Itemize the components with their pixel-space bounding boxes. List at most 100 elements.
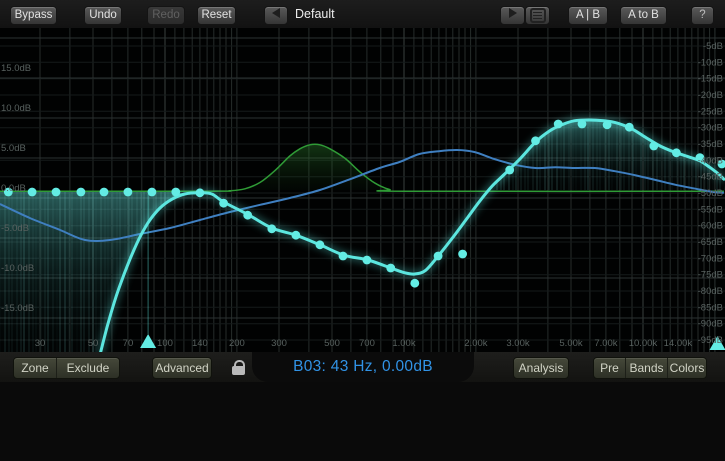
redo-button[interactable]: Redo (147, 6, 185, 25)
zone-button[interactable]: Zone (14, 358, 57, 378)
svg-text:-20dB: -20dB (698, 90, 723, 101)
spline-node[interactable] (672, 148, 681, 157)
svg-text:-30dB: -30dB (698, 123, 723, 134)
spline-node[interactable] (243, 211, 252, 220)
svg-text:-5dB: -5dB (703, 41, 723, 52)
svg-text:-60dB: -60dB (698, 221, 723, 232)
analysis-button[interactable]: Analysis (513, 357, 569, 379)
spline-node[interactable] (171, 188, 180, 197)
spline-node[interactable] (100, 188, 109, 197)
help-button[interactable]: ? (691, 6, 714, 25)
view-options-group: Pre Bands Colors (593, 357, 707, 379)
svg-text:-85dB: -85dB (698, 302, 723, 313)
svg-text:-35dB: -35dB (698, 139, 723, 150)
svg-text:7.00k: 7.00k (594, 338, 617, 349)
svg-text:10.00k: 10.00k (629, 338, 658, 349)
undo-button[interactable]: Undo (84, 6, 122, 25)
preset-list-icon (530, 8, 546, 23)
svg-text:0.0dB: 0.0dB (1, 183, 26, 194)
svg-text:-5.0dB: -5.0dB (1, 223, 29, 234)
svg-text:-90dB: -90dB (698, 319, 723, 330)
exclude-button[interactable]: Exclude (57, 358, 119, 378)
svg-text:200: 200 (229, 338, 245, 349)
svg-text:-95dB: -95dB (698, 335, 723, 346)
spline-node[interactable] (196, 188, 205, 197)
arrow-left-icon (272, 8, 280, 18)
svg-text:500: 500 (324, 338, 340, 349)
svg-text:5.0dB: 5.0dB (1, 143, 26, 154)
spline-node[interactable] (603, 120, 612, 129)
spline-node[interactable] (77, 188, 86, 197)
preset-menu-button[interactable] (525, 6, 550, 25)
svg-text:10.0dB: 10.0dB (1, 103, 31, 114)
seq-s-plugin-window: Bypass Undo Redo Reset Default A | B A t… (0, 0, 725, 461)
spline-node[interactable] (578, 120, 587, 129)
toolbar: Bypass Undo Redo Reset Default A | B A t… (0, 0, 725, 29)
svg-text:3.00k: 3.00k (506, 338, 529, 349)
svg-text:-15.0dB: -15.0dB (1, 303, 34, 314)
colors-button[interactable]: Colors (668, 358, 706, 378)
a-to-b-button[interactable]: A to B (620, 6, 667, 25)
spline-node[interactable] (505, 166, 514, 175)
svg-text:-70dB: -70dB (698, 253, 723, 264)
svg-text:5.00k: 5.00k (559, 338, 582, 349)
svg-text:-25dB: -25dB (698, 106, 723, 117)
svg-text:-75dB: -75dB (698, 270, 723, 281)
readout-panel: B03: 43 Hz, 0.00dB (252, 352, 474, 382)
reset-button[interactable]: Reset (197, 6, 236, 25)
spline-node[interactable] (267, 224, 276, 233)
preset-next-button[interactable] (500, 6, 525, 25)
svg-text:2.00k: 2.00k (464, 338, 487, 349)
svg-text:1.00k: 1.00k (392, 338, 415, 349)
arrow-right-icon (509, 8, 517, 18)
preset-prev-button[interactable] (264, 6, 288, 25)
spline-node[interactable] (124, 188, 133, 197)
pre-button[interactable]: Pre (594, 358, 626, 378)
svg-text:-65dB: -65dB (698, 237, 723, 248)
svg-text:-45dB: -45dB (698, 172, 723, 183)
band-readout: B03: 43 Hz, 0.00dB (252, 352, 474, 382)
svg-text:140: 140 (192, 338, 208, 349)
spline-node[interactable] (649, 142, 658, 151)
svg-text:-10.0dB: -10.0dB (1, 263, 34, 274)
svg-text:700: 700 (359, 338, 375, 349)
spline-node[interactable] (219, 199, 228, 208)
band-marker-layer[interactable] (140, 194, 725, 350)
bypass-button[interactable]: Bypass (10, 6, 57, 25)
spline-node[interactable] (316, 240, 325, 249)
svg-text:30: 30 (35, 338, 46, 349)
svg-text:-15dB: -15dB (698, 74, 723, 85)
spline-node[interactable] (625, 123, 634, 132)
ab-compare-button[interactable]: A | B (568, 6, 608, 25)
lock-icon[interactable] (232, 360, 245, 375)
svg-text:-10dB: -10dB (698, 57, 723, 68)
spline-node[interactable] (531, 136, 540, 145)
bands-button[interactable]: Bands (626, 358, 668, 378)
spline-node[interactable] (410, 279, 419, 288)
svg-text:-50dB: -50dB (698, 188, 723, 199)
spline-node[interactable] (363, 256, 372, 265)
preset-name[interactable]: Default (295, 7, 335, 21)
svg-text:-80dB: -80dB (698, 286, 723, 297)
svg-text:70: 70 (123, 338, 134, 349)
spline-node[interactable] (52, 188, 61, 197)
spline-node[interactable] (554, 120, 563, 129)
spline-node[interactable] (339, 252, 348, 261)
svg-text:15.0dB: 15.0dB (1, 63, 31, 74)
svg-text:100: 100 (157, 338, 173, 349)
spline-node[interactable] (458, 250, 467, 259)
footer-panel: NUGEN Audio ••• SEQ-SLinear Phase Spline… (0, 382, 725, 461)
svg-text:300: 300 (271, 338, 287, 349)
advanced-button[interactable]: Advanced (152, 357, 212, 379)
spline-node[interactable] (292, 231, 301, 240)
spline-node[interactable] (28, 188, 37, 197)
eq-graph[interactable]: 15.0dB 10.0dB 5.0dB 0.0dB -5.0dB -10.0dB -15.0… (0, 28, 725, 352)
spline-node[interactable] (434, 252, 443, 261)
spline-node[interactable] (148, 188, 157, 197)
svg-text:14.00k: 14.00k (664, 338, 693, 349)
zone-exclude-group: Zone Exclude (13, 357, 120, 379)
svg-text:-40dB: -40dB (698, 155, 723, 166)
spline-node[interactable] (386, 264, 395, 273)
svg-text:-55dB: -55dB (698, 204, 723, 215)
svg-text:50: 50 (88, 338, 99, 349)
